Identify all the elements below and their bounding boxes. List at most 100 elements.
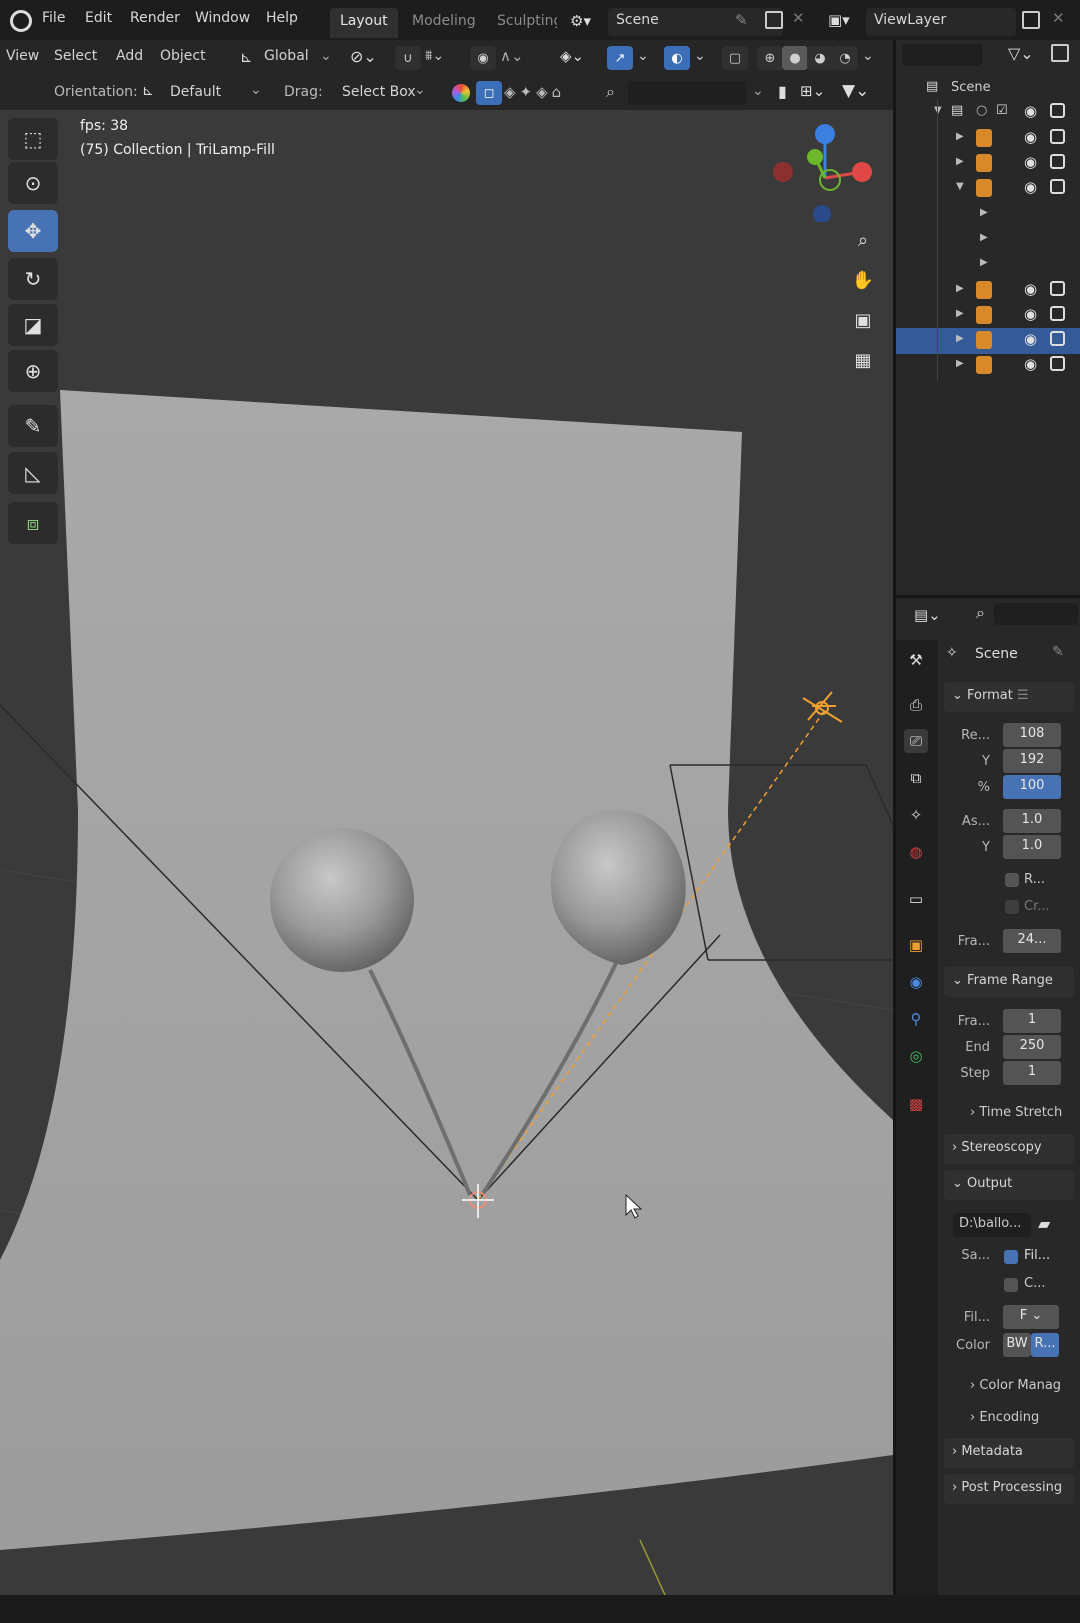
collection-row[interactable]: ▼ ▤ ○ ☑ ◉ [896, 100, 1080, 126]
overlays-dropdown-icon[interactable]: ⌄ [694, 48, 706, 64]
outliner-subitem[interactable]: ▶ [896, 252, 1080, 278]
menu-edit[interactable]: Edit [85, 10, 112, 26]
render-toggle-icon[interactable] [1050, 129, 1065, 144]
annotate-tool[interactable]: ✎ [8, 405, 58, 447]
data-tab-icon[interactable]: ◎ [904, 1044, 928, 1068]
render-toggle-icon[interactable] [1050, 306, 1065, 321]
snap-icon[interactable]: ∪ [395, 46, 421, 70]
falloff-icon[interactable]: ∧⌄ [500, 47, 524, 65]
collection-tab-icon[interactable]: ▭ [904, 887, 928, 911]
outliner-item[interactable]: ▶ ◉ [896, 278, 1080, 304]
gizmo-toggle-icon[interactable]: ↗ [607, 46, 633, 70]
render-toggle-icon[interactable] [1050, 356, 1065, 371]
render-toggle-icon[interactable] [1050, 281, 1065, 296]
expand-toggle-icon[interactable]: ▶ [956, 358, 964, 369]
camera-view-icon[interactable]: ▣ [845, 302, 881, 338]
search-icon[interactable]: ⌕ [976, 603, 985, 623]
wireframe-shading-icon[interactable]: ⊕ [757, 46, 783, 70]
aspect-y-field[interactable]: 1.0 [1003, 835, 1061, 859]
view-layer-field[interactable]: ViewLayer [866, 8, 1016, 36]
chevron-down-icon[interactable]: ⌄ [250, 82, 262, 98]
eye-icon[interactable]: ◉ [1024, 153, 1037, 171]
pin-icon[interactable]: ✎ [735, 11, 748, 29]
scene-selector-icon[interactable]: ⚙▾ [570, 12, 591, 30]
light-object[interactable] [802, 691, 843, 723]
output-path-field[interactable]: D:\ballo... [953, 1213, 1031, 1237]
physics-tab-icon[interactable]: ◉ [904, 970, 928, 994]
menu-object[interactable]: Object [160, 48, 206, 64]
neg-x-axis-handle[interactable] [773, 162, 793, 182]
new-collection-icon[interactable] [1051, 44, 1069, 62]
menu-file[interactable]: File [42, 10, 65, 26]
new-scene-icon[interactable] [765, 11, 783, 29]
snap-target-icon[interactable]: ⩩⌄ [425, 48, 444, 64]
frame-end-field[interactable]: 250 [1003, 1035, 1061, 1059]
output-panel-header[interactable]: ⌄ Output [944, 1170, 1074, 1200]
editor-type-icon[interactable]: ▤⌄ [914, 606, 941, 624]
tab-modeling[interactable]: Modeling [402, 8, 486, 38]
color-rgb-button[interactable]: R... [1031, 1333, 1059, 1357]
outliner-scene-row[interactable]: ▤ Scene [896, 75, 1080, 101]
drag-dropdown[interactable]: Select Box [342, 84, 416, 100]
select-box-tool[interactable]: ⬚ [8, 118, 58, 160]
checkbox-icon[interactable]: ☑ [996, 103, 1008, 118]
color-bw-button[interactable]: BW [1003, 1333, 1031, 1357]
tab-layout[interactable]: Layout [330, 8, 398, 38]
menu-help[interactable]: Help [266, 10, 298, 26]
frame-rate-dropdown[interactable]: 24... [1003, 929, 1061, 953]
format-panel-header[interactable]: ⌄ Format ☰ [944, 682, 1074, 712]
outliner-item[interactable]: ▶ ◉ [896, 151, 1080, 177]
outliner-subitem[interactable]: ▶ [896, 227, 1080, 253]
constraints-tab-icon[interactable]: ⚲ [904, 1007, 928, 1031]
menu-add[interactable]: Add [116, 48, 143, 64]
eye-icon[interactable]: ◉ [1024, 128, 1037, 146]
overlays-toggle-icon[interactable]: ◐ [664, 46, 690, 70]
render-toggle-icon[interactable] [1050, 154, 1065, 169]
expand-toggle-icon[interactable]: ▶ [980, 207, 988, 218]
pin-icon[interactable]: ✎ [1052, 644, 1064, 660]
material-shading-icon[interactable]: ◕ [807, 46, 833, 70]
eye-icon[interactable]: ◉ [1024, 178, 1037, 196]
tool-tab-icon[interactable]: ⚒ [904, 648, 928, 672]
delete-scene-icon[interactable]: ✕ [792, 9, 805, 27]
pan-hand-icon[interactable]: ✋ [845, 262, 881, 298]
transform-tool[interactable]: ⊕ [8, 350, 58, 392]
crop-checkbox[interactable] [1005, 900, 1019, 914]
navigation-gizmo[interactable] [770, 112, 880, 222]
expand-toggle-icon[interactable]: ▶ [956, 308, 964, 319]
expand-toggle-icon[interactable]: ▶ [956, 131, 964, 142]
cache-result-checkbox[interactable] [1004, 1278, 1018, 1292]
eye-icon[interactable]: ◉ [1024, 355, 1037, 373]
menu-render[interactable]: Render [130, 10, 180, 26]
expand-toggle-icon[interactable]: ▶ [956, 283, 964, 294]
outliner-item[interactable]: ▼ ◉ [896, 176, 1080, 202]
view-layer-tab-icon[interactable]: ⧉ [904, 766, 928, 790]
properties-search-input[interactable] [994, 603, 1078, 625]
eye-icon[interactable]: ◉ [1024, 102, 1037, 120]
gizmo-dropdown-icon[interactable]: ⌄ [637, 48, 649, 64]
measure-tool[interactable]: ◺ [8, 452, 58, 494]
resolution-y-field[interactable]: 192 [1003, 749, 1061, 773]
color-wheel-icon[interactable] [452, 84, 470, 102]
remove-view-layer-icon[interactable]: ✕ [1052, 9, 1065, 27]
select-mode-icon[interactable]: ◻ [476, 81, 502, 105]
file-extensions-checkbox[interactable] [1004, 1250, 1018, 1264]
neg-y-axis-handle[interactable] [819, 169, 841, 191]
color-management-subpanel[interactable]: › Color Manag [970, 1378, 1061, 1393]
outliner-item-selected[interactable]: ▶ ◉ [896, 328, 1080, 354]
expand-toggle-icon[interactable]: ▼ [956, 181, 964, 192]
zoom-icon[interactable]: ⌕ [845, 222, 881, 258]
time-stretch-subpanel[interactable]: › Time Stretch [970, 1105, 1062, 1120]
outliner-item[interactable]: ▶ ◉ [896, 353, 1080, 379]
filter-icon[interactable]: ▼⌄ [842, 81, 869, 101]
output-tab-icon[interactable]: ⎚ [904, 729, 928, 753]
list-icon[interactable]: ☰ [1017, 688, 1029, 703]
rendered-shading-icon[interactable]: ◔ [832, 46, 858, 70]
scene-name-field[interactable]: Scene [608, 8, 783, 36]
z-axis-handle[interactable] [815, 124, 835, 144]
neg-z-axis-handle[interactable] [813, 205, 831, 222]
search-icon[interactable]: ⌕ [606, 82, 615, 102]
expand-toggle-icon[interactable]: ▶ [956, 156, 964, 167]
eye-icon[interactable]: ◉ [1024, 280, 1037, 298]
cursor-tool[interactable]: ⊙ [8, 162, 58, 204]
